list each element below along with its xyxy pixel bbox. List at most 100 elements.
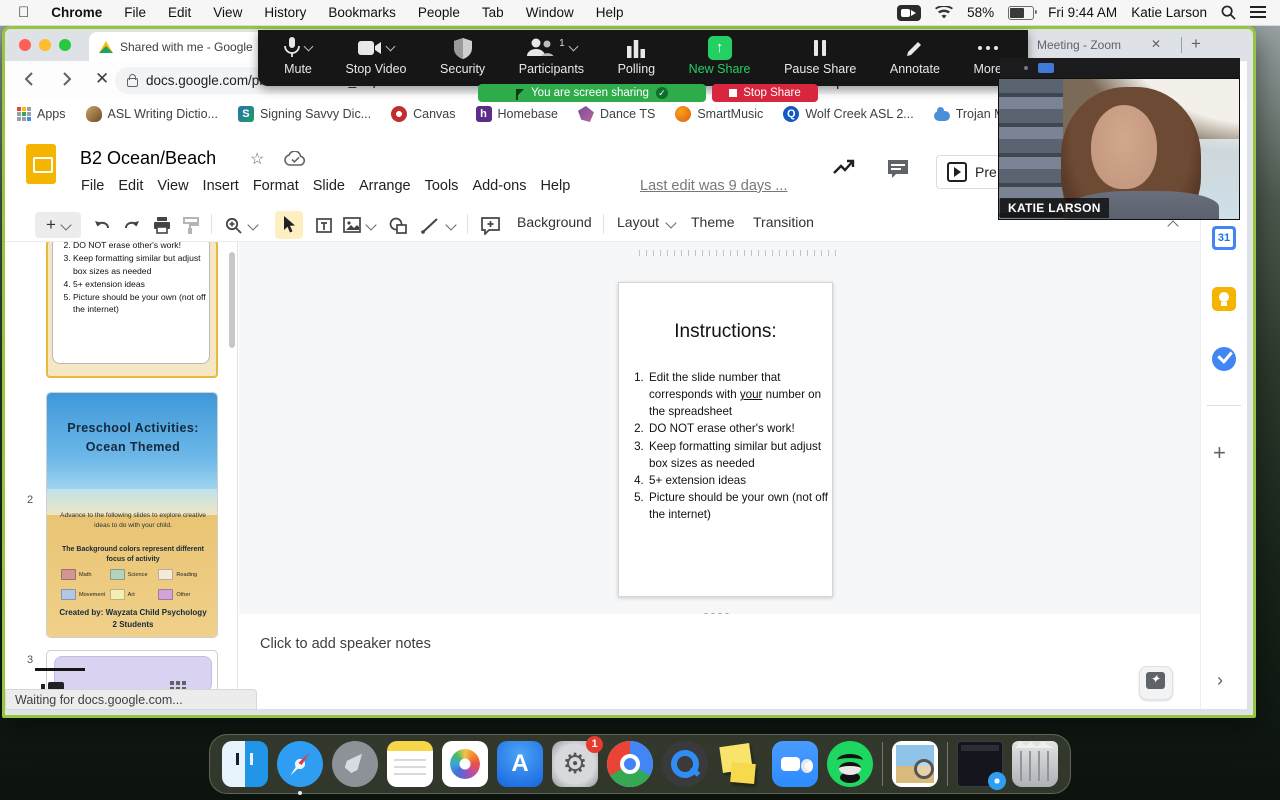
menubar-item-bookmarks[interactable]: Bookmarks xyxy=(328,5,396,20)
slide-thumbnail-1-selected[interactable]: DO NOT erase other's work! Keep formatti… xyxy=(46,242,218,378)
stop-share-button[interactable]: Stop Share xyxy=(712,84,818,102)
google-calendar-icon[interactable]: 31 xyxy=(1212,226,1236,250)
insert-comment-button[interactable] xyxy=(481,217,500,235)
google-keep-icon[interactable] xyxy=(1212,287,1236,311)
collapse-toolbar-icon[interactable] xyxy=(1167,220,1179,232)
slides-menu-tools[interactable]: Tools xyxy=(418,176,466,196)
system-preferences-dock-icon[interactable]: ⚙ 1 xyxy=(552,736,603,787)
document-title[interactable]: B2 Ocean/Beach xyxy=(80,148,216,169)
new-share-button[interactable]: ↑ New Share xyxy=(689,36,751,76)
window-zoom-button[interactable] xyxy=(59,39,71,51)
background-button[interactable]: Background xyxy=(517,214,592,230)
spotify-dock-icon[interactable] xyxy=(827,741,873,787)
video-options-chevron[interactable] xyxy=(385,41,396,52)
new-slide-button[interactable]: + xyxy=(35,212,81,238)
menubar-user[interactable]: Katie Larson xyxy=(1131,5,1207,20)
slides-menu-file[interactable]: File xyxy=(74,176,111,196)
slide-heading[interactable]: Instructions: xyxy=(619,321,832,343)
present-button[interactable]: Pre xyxy=(936,155,1000,189)
app-store-dock-icon[interactable]: A xyxy=(497,741,543,787)
new-slide-dropdown-icon[interactable] xyxy=(60,219,72,231)
hide-side-panel-icon[interactable]: › xyxy=(1217,670,1223,691)
back-button[interactable] xyxy=(21,70,39,88)
slides-menu-help[interactable]: Help xyxy=(533,176,577,196)
ssl-lock-icon[interactable] xyxy=(127,74,138,87)
bookmark-apps[interactable]: Apps xyxy=(17,107,66,121)
slide-list-item[interactable]: Picture should be your own (not off the … xyxy=(647,489,832,523)
trash-dock-icon[interactable] xyxy=(1012,741,1058,787)
layout-button[interactable]: Layout xyxy=(617,214,677,230)
pause-share-button[interactable]: Pause Share xyxy=(784,36,856,76)
slides-menu-format[interactable]: Format xyxy=(246,176,306,196)
redo-button[interactable] xyxy=(123,219,141,233)
minimized-window-dock-icon[interactable] xyxy=(957,741,1006,790)
explore-button[interactable] xyxy=(1139,666,1173,700)
zoom-tool-button[interactable] xyxy=(225,217,242,234)
menubar-item-history[interactable]: History xyxy=(264,5,306,20)
slides-menu-edit[interactable]: Edit xyxy=(111,176,150,196)
menubar-item-file[interactable]: File xyxy=(124,5,146,20)
google-tasks-icon[interactable] xyxy=(1212,347,1236,371)
star-document-icon[interactable]: ☆ xyxy=(250,149,264,169)
menubar-item-view[interactable]: View xyxy=(213,5,242,20)
notification-center-icon[interactable] xyxy=(1250,6,1266,19)
menubar-app-name[interactable]: Chrome xyxy=(51,5,102,20)
slide-list-item[interactable]: Keep formatting similar but adjust box s… xyxy=(647,438,832,472)
tab-shared-with-me[interactable]: Shared with me - Google xyxy=(89,32,269,61)
paint-format-button[interactable] xyxy=(183,217,199,234)
window-minimize-button[interactable] xyxy=(39,39,51,51)
mute-button[interactable]: Mute xyxy=(284,36,314,76)
bookmark-dance-ts[interactable]: Dance TS xyxy=(577,106,655,122)
menubar-clock[interactable]: Fri 9:44 AM xyxy=(1048,5,1117,20)
slide-list-item[interactable]: DO NOT erase other's work! xyxy=(647,420,832,437)
more-button[interactable]: More xyxy=(973,36,1002,76)
photos-dock-icon[interactable] xyxy=(442,741,488,787)
transition-button[interactable]: Transition xyxy=(753,214,814,230)
speaker-notes-placeholder[interactable]: Click to add speaker notes xyxy=(260,636,431,652)
insert-shape-button[interactable] xyxy=(389,217,408,234)
spotlight-search-icon[interactable] xyxy=(1221,5,1236,20)
insert-image-button[interactable] xyxy=(343,217,361,233)
menubar-item-edit[interactable]: Edit xyxy=(168,5,191,20)
print-button[interactable] xyxy=(153,217,171,234)
activity-trend-icon[interactable] xyxy=(832,158,856,178)
filmstrip-scrollbar[interactable] xyxy=(229,252,235,348)
notes-dock-icon[interactable] xyxy=(387,741,433,787)
current-slide[interactable]: Instructions: Edit the slide number that… xyxy=(618,282,833,597)
bookmark-smartmusic[interactable]: SmartMusic xyxy=(675,106,763,122)
tab-meeting-zoom[interactable]: Meeting - Zoom xyxy=(1037,38,1121,52)
video-window-control[interactable] xyxy=(1038,63,1054,73)
screen-recording-icon[interactable] xyxy=(897,4,922,21)
slide-list-item[interactable]: 5+ extension ideas xyxy=(647,472,832,489)
slide-thumbnail-2[interactable]: Preschool Activities: Ocean Themed Advanc… xyxy=(46,392,218,638)
add-addon-button[interactable]: + xyxy=(1213,440,1226,466)
annotate-button[interactable]: Annotate xyxy=(890,36,940,76)
menubar-item-people[interactable]: People xyxy=(418,5,460,20)
speaker-notes-area[interactable]: Click to add speaker notes xyxy=(239,614,1200,690)
bookmark-canvas[interactable]: Canvas xyxy=(391,106,456,122)
new-tab-button[interactable]: + xyxy=(1191,34,1201,54)
bookmark-homebase[interactable]: h Homebase xyxy=(475,106,558,122)
quicktime-dock-icon[interactable] xyxy=(662,741,708,787)
stop-video-button[interactable]: Stop Video xyxy=(346,36,406,76)
last-edit-link[interactable]: Last edit was 9 days ... xyxy=(640,178,788,194)
bookmark-wolf-creek[interactable]: Q Wolf Creek ASL 2... xyxy=(783,106,914,122)
line-dropdown-icon[interactable] xyxy=(445,219,457,231)
stop-loading-button[interactable]: ✕ xyxy=(95,69,109,89)
slides-menu-insert[interactable]: Insert xyxy=(196,176,246,196)
bookmark-asl-writing[interactable]: ASL Writing Dictio... xyxy=(85,106,218,122)
safari-dock-icon[interactable] xyxy=(277,741,323,795)
zoom-dock-icon[interactable] xyxy=(772,741,818,787)
slides-menu-arrange[interactable]: Arrange xyxy=(352,176,418,196)
participants-chevron[interactable] xyxy=(568,41,579,52)
menubar-item-window[interactable]: Window xyxy=(526,5,574,20)
slides-menu-slide[interactable]: Slide xyxy=(306,176,352,196)
zoom-video-titlebar[interactable] xyxy=(1000,58,1240,78)
insert-line-button[interactable] xyxy=(421,217,439,234)
slides-menu-view[interactable]: View xyxy=(150,176,195,196)
tab-close-icon[interactable]: ✕ xyxy=(1151,37,1161,51)
polling-button[interactable]: Polling xyxy=(618,36,655,76)
stickies-dock-icon[interactable] xyxy=(717,741,763,787)
undo-button[interactable] xyxy=(93,219,111,233)
apple-menu-icon[interactable]:  xyxy=(18,4,29,21)
